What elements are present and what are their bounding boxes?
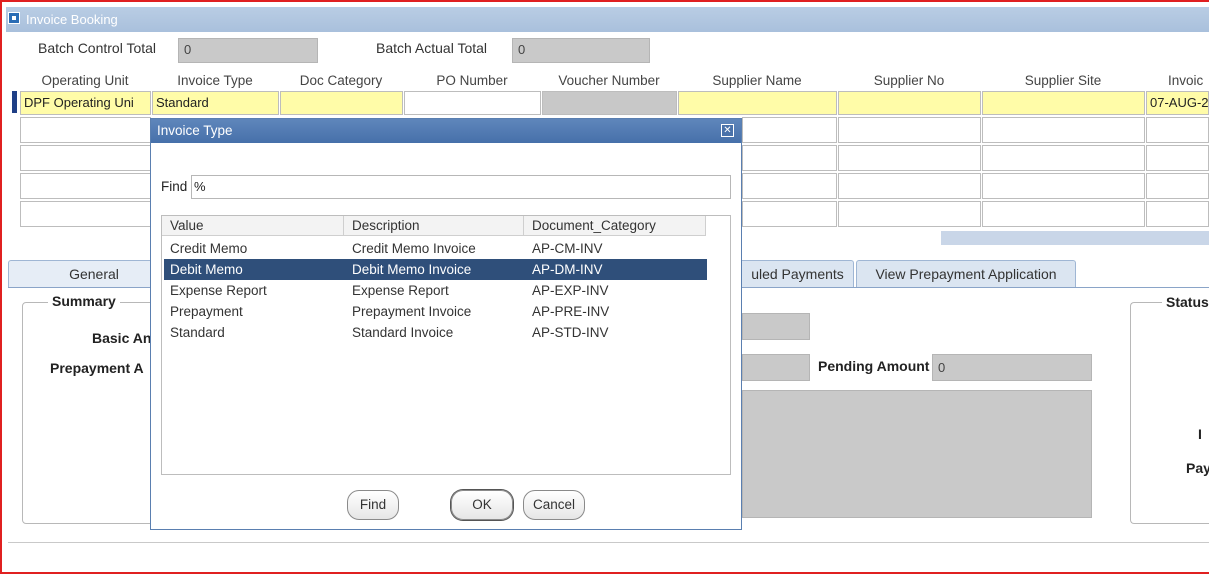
grid-cell[interactable] (982, 145, 1145, 171)
grid-cell[interactable] (838, 145, 981, 171)
grid-cell[interactable] (20, 201, 151, 227)
prepayment-amount-label: Prepayment A (50, 360, 144, 376)
grid-cell[interactable] (20, 145, 151, 171)
list-item-description: Credit Memo Invoice (352, 241, 476, 256)
grid-cell[interactable] (838, 201, 981, 227)
basic-amount-label: Basic An (92, 330, 152, 346)
summary-title: Summary (48, 293, 120, 309)
window-title-bar: Invoice Booking (6, 7, 1209, 32)
col-header-invoice-type: Invoice Type (177, 73, 253, 88)
list-item-category: AP-CM-INV (532, 241, 603, 256)
grid-cell[interactable] (742, 201, 837, 227)
tab-scheduled-payments[interactable]: uled Payments (742, 260, 854, 287)
list-item-value: Credit Memo (170, 241, 248, 256)
pending-amount-label: Pending Amount (818, 358, 930, 374)
batch-control-total-field[interactable]: 0 (178, 38, 318, 63)
list-item-description: Debit Memo Invoice (352, 262, 472, 277)
invoice-type-dialog: Invoice Type ✕ Find % Value Description … (150, 118, 742, 530)
results-list: Value Description Document_Category Cred… (161, 215, 731, 475)
find-input[interactable]: % (191, 175, 731, 199)
description-area[interactable] (742, 390, 1092, 518)
status-title: Status (1162, 294, 1209, 310)
grid-cell[interactable] (20, 117, 151, 143)
cell-supplier-no[interactable] (838, 91, 981, 115)
status-group (1130, 302, 1209, 524)
cell-supplier-name[interactable] (678, 91, 837, 115)
list-item-description: Standard Invoice (352, 325, 454, 340)
col-header-supplier-no: Supplier No (873, 73, 945, 88)
grid-cell[interactable] (1146, 201, 1209, 227)
grid-cell[interactable] (742, 173, 837, 199)
list-header-value[interactable]: Value (162, 216, 344, 236)
pending-amount-field[interactable]: 0 (932, 354, 1092, 381)
bottom-divider (8, 542, 1209, 543)
ok-button[interactable]: OK (451, 490, 513, 520)
prepayment-amount-field[interactable] (742, 354, 810, 381)
list-item-category: AP-PRE-INV (532, 304, 610, 319)
close-icon[interactable]: ✕ (721, 124, 734, 137)
grid-cell[interactable] (742, 117, 837, 143)
grid-cell[interactable] (1146, 117, 1209, 143)
list-item-description: Prepayment Invoice (352, 304, 472, 319)
grid-cell[interactable] (1146, 145, 1209, 171)
grid-cell[interactable] (982, 201, 1145, 227)
col-header-operating-unit: Operating Unit (41, 73, 129, 88)
list-item-value: Expense Report (170, 283, 267, 298)
grid-cell[interactable] (1146, 173, 1209, 199)
grid-cell[interactable] (838, 173, 981, 199)
grid-cell[interactable] (742, 145, 837, 171)
col-header-voucher-number: Voucher Number (558, 73, 660, 88)
list-item-value: Prepayment (170, 304, 243, 319)
list-item[interactable]: Credit Memo Credit Memo Invoice AP-CM-IN… (164, 238, 707, 259)
list-item-description: Expense Report (352, 283, 449, 298)
status-label-1: I (1198, 426, 1202, 442)
list-header-document-category[interactable]: Document_Category (524, 216, 706, 236)
col-header-supplier-site: Supplier Site (1024, 73, 1102, 88)
col-header-supplier-name: Supplier Name (712, 73, 802, 88)
dialog-title: Invoice Type (151, 119, 741, 143)
cell-operating-unit[interactable]: DPF Operating Uni (20, 91, 151, 115)
col-header-doc-category: Doc Category (299, 73, 383, 88)
list-item-category: AP-STD-INV (532, 325, 609, 340)
list-item[interactable]: Prepayment Prepayment Invoice AP-PRE-INV (164, 301, 707, 322)
app-icon (8, 12, 20, 24)
cell-invoice-type[interactable]: Standard (152, 91, 279, 115)
grid-cell[interactable] (982, 117, 1145, 143)
cell-po-number[interactable] (404, 91, 541, 115)
list-item-category: AP-EXP-INV (532, 283, 609, 298)
cancel-button[interactable]: Cancel (523, 490, 585, 520)
list-item[interactable]: Expense Report Expense Report AP-EXP-INV (164, 280, 707, 301)
list-item-selected[interactable]: Debit Memo Debit Memo Invoice AP-DM-INV (164, 259, 707, 280)
find-label: Find (161, 179, 188, 194)
tab-view-prepayment-application[interactable]: View Prepayment Application (856, 260, 1076, 287)
cell-doc-category[interactable] (280, 91, 403, 115)
batch-control-total-label: Batch Control Total (38, 40, 157, 56)
horizontal-scrollbar[interactable] (941, 231, 1209, 245)
list-item-value: Standard (170, 325, 225, 340)
cell-supplier-site[interactable] (982, 91, 1145, 115)
col-header-invoice-date: Invoic (1168, 73, 1204, 88)
find-button[interactable]: Find (347, 490, 399, 520)
grid-cell[interactable] (982, 173, 1145, 199)
grid-cell[interactable] (838, 117, 981, 143)
status-label-2: Pay (1186, 460, 1209, 476)
col-header-po-number: PO Number (436, 73, 508, 88)
list-item[interactable]: Standard Standard Invoice AP-STD-INV (164, 322, 707, 343)
current-row-indicator (12, 91, 17, 113)
list-item-value: Debit Memo (170, 262, 243, 277)
batch-actual-total-field[interactable]: 0 (512, 38, 650, 63)
list-item-category: AP-DM-INV (532, 262, 603, 277)
cell-voucher-number[interactable] (542, 91, 677, 115)
grid-cell[interactable] (20, 173, 151, 199)
basic-amount-field[interactable] (742, 313, 810, 340)
list-header-description[interactable]: Description (344, 216, 524, 236)
batch-actual-total-label: Batch Actual Total (376, 40, 488, 56)
cell-invoice-date[interactable]: 07-AUG-2 (1146, 91, 1209, 115)
